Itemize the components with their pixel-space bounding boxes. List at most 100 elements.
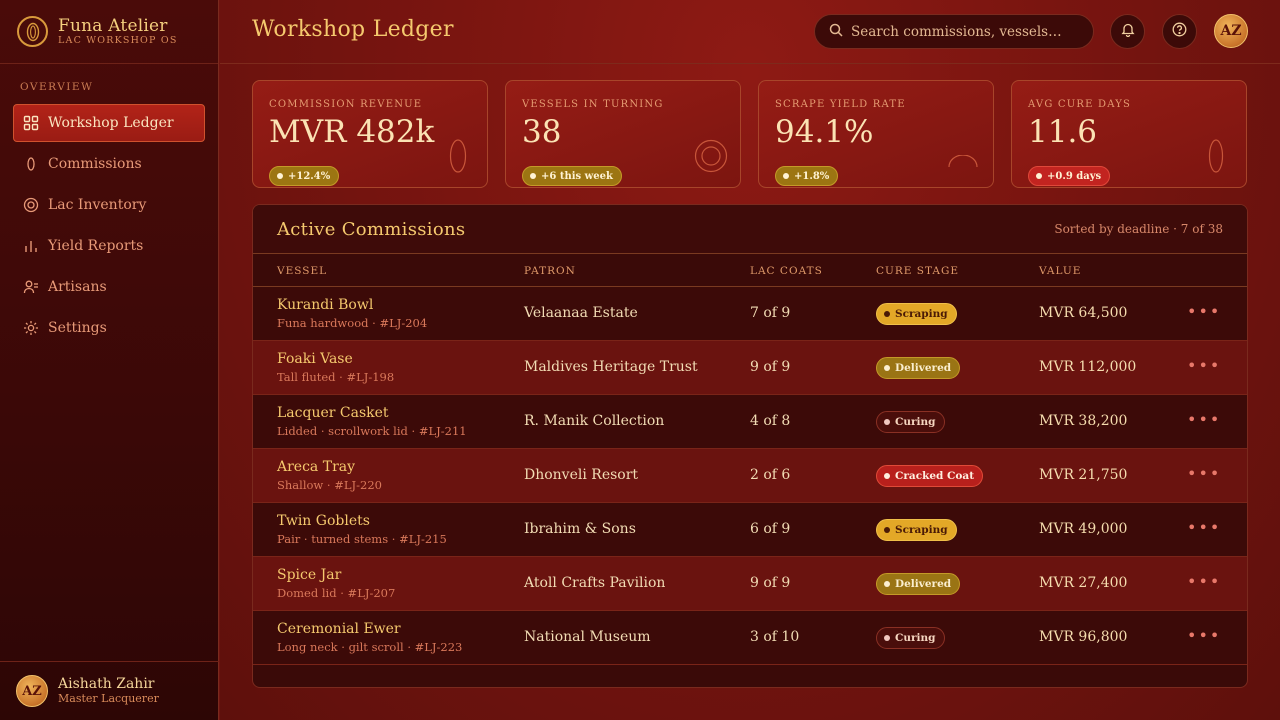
target-icon: [22, 196, 40, 214]
kpi-trend-badge: +12.4%: [269, 166, 340, 186]
vessel-detail: Tall fluted · #LJ-198: [277, 370, 395, 384]
patron-name: Ibrahim & Sons: [524, 521, 636, 537]
cure-stage-badge: Delivered: [876, 573, 961, 595]
vessel-detail: Long neck · gilt scroll · #LJ-223: [277, 640, 463, 654]
page-title: Workshop Ledger: [252, 17, 454, 42]
sidebar-item-label: Settings: [48, 320, 107, 336]
patron-name: National Museum: [524, 629, 651, 645]
table-header: VESSEL PATRON LAC COATS CURE STAGE VALUE: [253, 254, 1247, 287]
kpi-row: COMMISSION REVENUE MVR 482k +12.4% VESSE…: [252, 80, 1247, 188]
vessel-name[interactable]: Kurandi Bowl: [277, 297, 373, 313]
row-more-button[interactable]: •••: [1187, 572, 1221, 591]
table-row[interactable]: Ceremonial Ewer Long neck · gilt scroll ·…: [253, 611, 1247, 665]
row-more-button[interactable]: •••: [1187, 626, 1221, 645]
kpi-trend-badge: +6 this week: [522, 166, 622, 186]
brand-title: Funa Atelier: [58, 15, 168, 36]
row-more-button[interactable]: •••: [1187, 302, 1221, 321]
main-content: Workshop Ledger AZ COMMISSION REVENUE MV…: [220, 0, 1280, 720]
panel-title: Active Commissions: [277, 219, 466, 240]
vessel-name[interactable]: Ceremonial Ewer: [277, 621, 401, 637]
patron-name: Atoll Crafts Pavilion: [524, 575, 666, 591]
table-row[interactable]: Lacquer Casket Lidded · scrollwork lid · …: [253, 395, 1247, 449]
sidebar-item-workshop-ledger[interactable]: Workshop Ledger: [13, 104, 205, 142]
kpi-label: COMMISSION REVENUE: [269, 99, 423, 110]
leaf-decor-icon: [449, 139, 467, 177]
sidebar-item-settings[interactable]: Settings: [13, 309, 205, 347]
vessel-name[interactable]: Spice Jar: [277, 567, 341, 583]
bar-chart-icon: [22, 237, 40, 255]
sort-meta[interactable]: Sorted by deadline · 7 of 38: [1054, 222, 1223, 236]
lac-coats: 7 of 9: [750, 305, 791, 321]
leaf-icon: [22, 155, 40, 173]
lac-coats: 3 of 10: [750, 629, 800, 645]
cure-stage-badge: Scraping: [876, 519, 957, 541]
patron-name: Dhonveli Resort: [524, 467, 639, 483]
table-row[interactable]: Spice Jar Domed lid · #LJ-207 Atoll Crafts…: [253, 557, 1247, 611]
table-row[interactable]: Foaki Vase Tall fluted · #LJ-198 Maldives …: [253, 341, 1247, 395]
column-header-coats[interactable]: LAC COATS: [750, 265, 823, 277]
user-profile[interactable]: AZ Aishath Zahir Master Lacquerer: [0, 661, 219, 720]
table-row[interactable]: Twin Goblets Pair · turned stems · #LJ-21…: [253, 503, 1247, 557]
notifications-button[interactable]: [1110, 14, 1145, 49]
sidebar-item-label: Workshop Ledger: [48, 115, 174, 131]
sidebar-item-yield-reports[interactable]: Yield Reports: [13, 227, 205, 265]
ring-decor-icon: [694, 139, 728, 177]
bell-icon: [1120, 22, 1135, 41]
vessel-detail: Pair · turned stems · #LJ-215: [277, 532, 447, 546]
kpi-scrape-yield-rate[interactable]: SCRAPE YIELD RATE 94.1% +1.8%: [758, 80, 994, 188]
arc-decor-icon: [947, 154, 979, 173]
column-header-value[interactable]: VALUE: [1039, 265, 1081, 277]
vessel-logo-icon: [17, 16, 48, 47]
kpi-label: VESSELS IN TURNING: [522, 99, 664, 110]
kpi-commission-revenue[interactable]: COMMISSION REVENUE MVR 482k +12.4%: [252, 80, 488, 188]
cure-stage-badge: Scraping: [876, 303, 957, 325]
brand[interactable]: Funa Atelier LAC WORKSHOP OS: [0, 0, 218, 64]
column-header-vessel[interactable]: VESSEL: [277, 265, 327, 277]
sidebar: Funa Atelier LAC WORKSHOP OS OVERVIEW Wo…: [0, 0, 219, 720]
vessel-name[interactable]: Twin Goblets: [277, 513, 370, 529]
kpi-vessels-in-turning[interactable]: VESSELS IN TURNING 38 +6 this week: [505, 80, 741, 188]
commission-value: MVR 49,000: [1039, 521, 1128, 537]
kpi-label: AVG CURE DAYS: [1028, 99, 1132, 110]
commission-value: MVR 27,400: [1039, 575, 1128, 591]
sidebar-item-artisans[interactable]: Artisans: [13, 268, 205, 306]
avatar: AZ: [16, 675, 48, 707]
search-box[interactable]: [814, 14, 1094, 49]
column-header-patron[interactable]: PATRON: [524, 265, 576, 277]
lac-coats: 9 of 9: [750, 359, 791, 375]
active-commissions-panel: Active Commissions Sorted by deadline · …: [252, 204, 1248, 688]
vessel-detail: Shallow · #LJ-220: [277, 478, 382, 492]
nav-section-label: OVERVIEW: [20, 81, 94, 93]
row-more-button[interactable]: •••: [1187, 410, 1221, 429]
lac-coats: 2 of 6: [750, 467, 791, 483]
user-role: Master Lacquerer: [58, 692, 159, 705]
patron-name: Maldives Heritage Trust: [524, 359, 698, 375]
help-button[interactable]: [1162, 14, 1197, 49]
header-avatar[interactable]: AZ: [1214, 14, 1248, 48]
table-row[interactable]: Areca Tray Shallow · #LJ-220 Dhonveli Reso…: [253, 449, 1247, 503]
kpi-trend-badge: +0.9 days: [1028, 166, 1111, 186]
lac-coats: 6 of 9: [750, 521, 791, 537]
vessel-name[interactable]: Lacquer Casket: [277, 405, 389, 421]
topbar: Workshop Ledger AZ: [220, 0, 1280, 64]
panel-header: Active Commissions Sorted by deadline · …: [253, 205, 1247, 254]
grid-icon: [22, 114, 40, 132]
brand-subtitle: LAC WORKSHOP OS: [58, 34, 178, 46]
leaf-decor-icon: [1208, 139, 1224, 177]
sidebar-item-commissions[interactable]: Commissions: [13, 145, 205, 183]
sidebar-item-lac-inventory[interactable]: Lac Inventory: [13, 186, 205, 224]
sidebar-nav: Workshop Ledger Commissions Lac Inventor…: [0, 104, 218, 347]
sidebar-item-label: Commissions: [48, 156, 142, 172]
table-body: Kurandi Bowl Funa hardwood · #LJ-204 Velaa…: [253, 287, 1247, 665]
gear-icon: [22, 319, 40, 337]
kpi-avg-cure-days[interactable]: AVG CURE DAYS 11.6 +0.9 days: [1011, 80, 1247, 188]
search-input[interactable]: [851, 23, 1081, 40]
row-more-button[interactable]: •••: [1187, 356, 1221, 375]
commission-value: MVR 96,800: [1039, 629, 1128, 645]
row-more-button[interactable]: •••: [1187, 518, 1221, 537]
table-row[interactable]: Kurandi Bowl Funa hardwood · #LJ-204 Velaa…: [253, 287, 1247, 341]
row-more-button[interactable]: •••: [1187, 464, 1221, 483]
column-header-stage[interactable]: CURE STAGE: [876, 265, 959, 277]
vessel-name[interactable]: Foaki Vase: [277, 351, 353, 367]
vessel-name[interactable]: Areca Tray: [277, 459, 355, 475]
